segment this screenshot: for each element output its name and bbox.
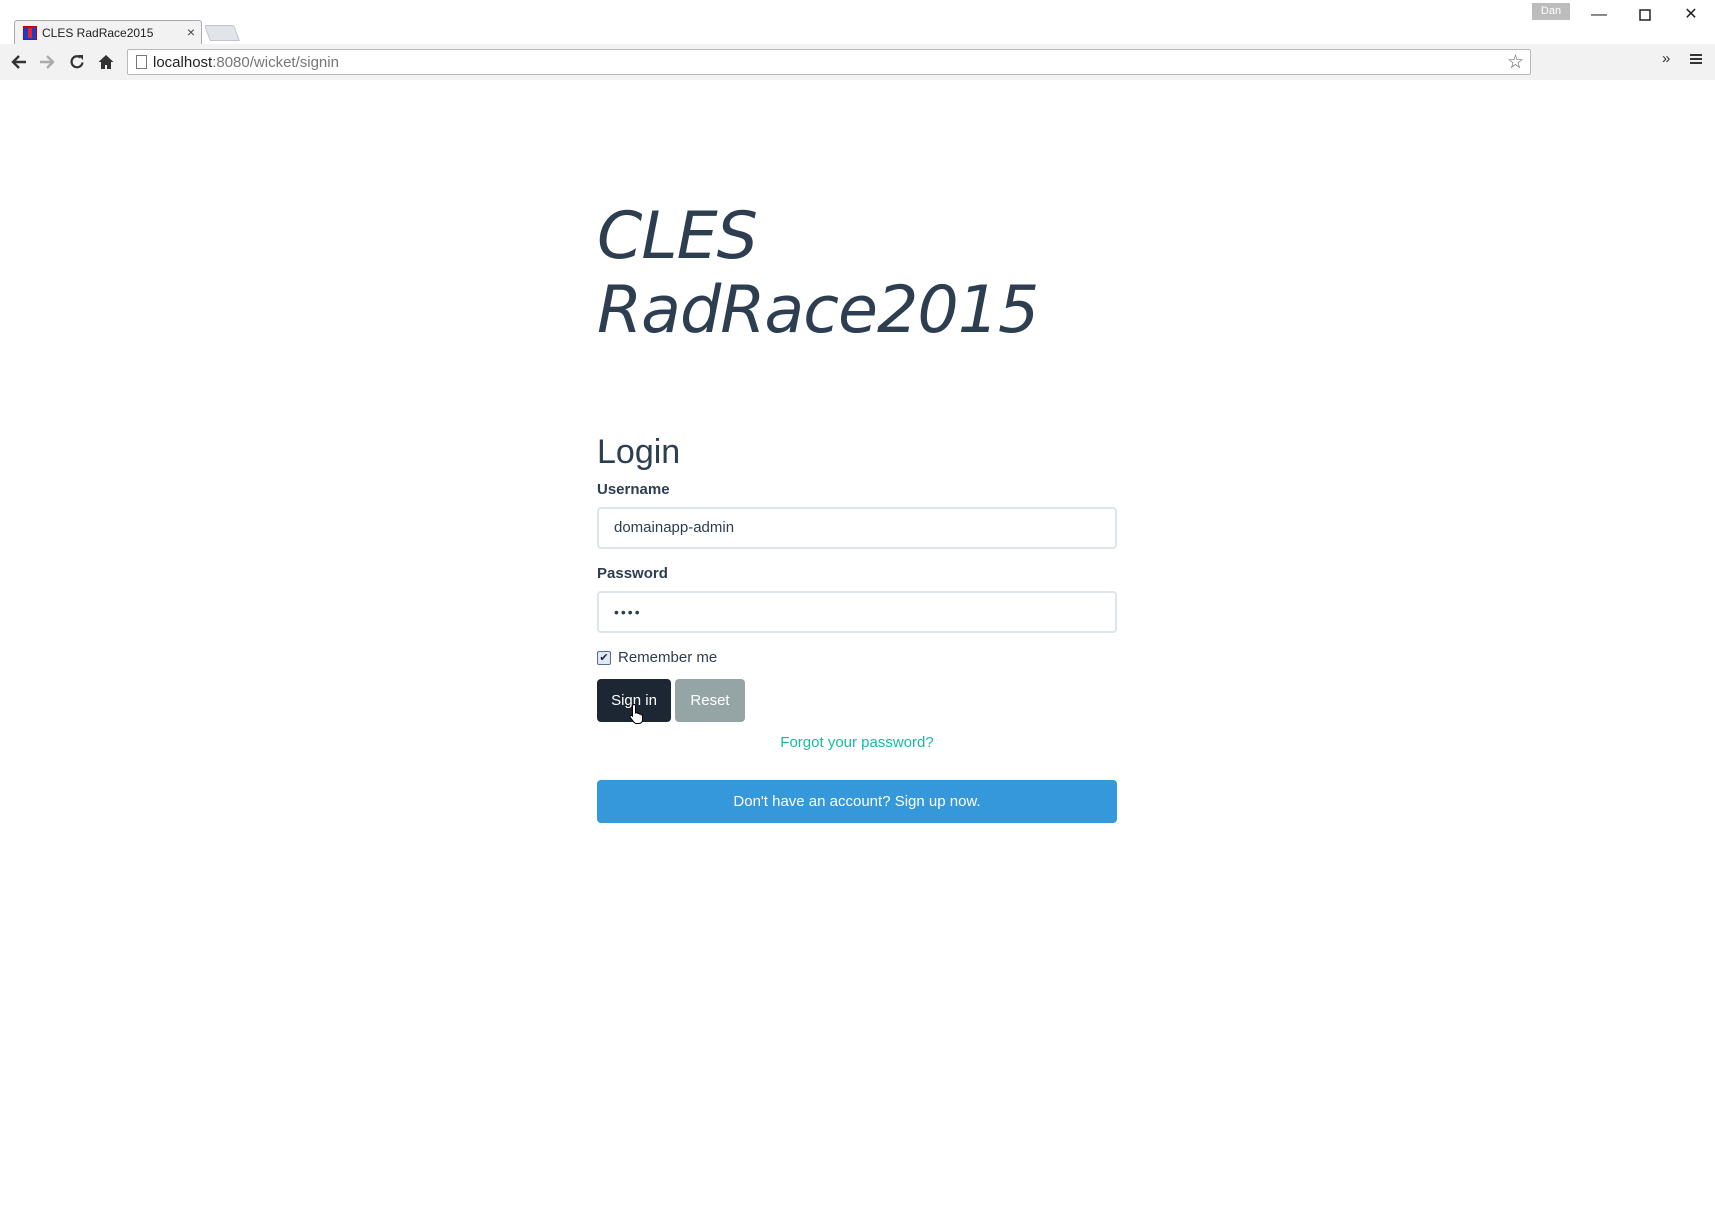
- home-icon[interactable]: [94, 50, 118, 74]
- tab-title: CLES RadRace2015: [42, 26, 154, 40]
- forward-arrow-icon[interactable]: [35, 50, 59, 74]
- close-window-icon[interactable]: ✕: [1676, 4, 1706, 26]
- password-input[interactable]: ••••: [597, 591, 1117, 633]
- sign-up-button[interactable]: Don't have an account? Sign up now.: [597, 780, 1117, 823]
- menu-icon[interactable]: [1689, 50, 1703, 70]
- back-arrow-icon[interactable]: [7, 50, 31, 74]
- login-container: CLES RadRace2015 Login Username domainap…: [597, 200, 1117, 823]
- maximize-icon[interactable]: [1630, 4, 1660, 26]
- hand-cursor-icon: [629, 703, 643, 724]
- favicon-icon: [23, 26, 37, 40]
- browser-tab[interactable]: CLES RadRace2015 ×: [14, 20, 202, 45]
- address-bar[interactable]: localhost:8080/wicket/signin ☆: [127, 49, 1531, 75]
- reset-button[interactable]: Reset: [675, 679, 745, 722]
- browser-toolbar: localhost:8080/wicket/signin ☆ »: [0, 44, 1715, 80]
- url-text[interactable]: localhost:8080/wicket/signin: [153, 54, 339, 71]
- tab-close-icon[interactable]: ×: [187, 24, 195, 40]
- app-title: CLES RadRace2015: [597, 200, 1117, 348]
- reload-icon[interactable]: [65, 50, 89, 74]
- app-title-line2: RadRace2015: [597, 273, 1039, 348]
- star-icon[interactable]: ☆: [1507, 51, 1524, 74]
- new-tab-button[interactable]: [204, 25, 240, 41]
- remember-checkbox[interactable]: ✔: [597, 651, 611, 665]
- username-label: Username: [597, 481, 670, 498]
- remember-label[interactable]: Remember me: [618, 649, 717, 666]
- minimize-icon[interactable]: —: [1584, 4, 1614, 26]
- tab-strip: CLES RadRace2015 × Dan — ✕: [0, 0, 1715, 45]
- password-label: Password: [597, 565, 668, 582]
- browser-chrome: CLES RadRace2015 × Dan — ✕ localhost:808…: [0, 0, 1715, 80]
- forgot-password-link[interactable]: Forgot your password?: [597, 734, 1117, 751]
- app-title-line1: CLES: [597, 199, 758, 274]
- profile-button[interactable]: Dan: [1532, 3, 1570, 20]
- login-heading: Login: [597, 433, 681, 471]
- page-icon: [136, 55, 147, 69]
- username-input[interactable]: domainapp-admin: [597, 507, 1117, 549]
- chevron-right-icon[interactable]: »: [1662, 50, 1670, 67]
